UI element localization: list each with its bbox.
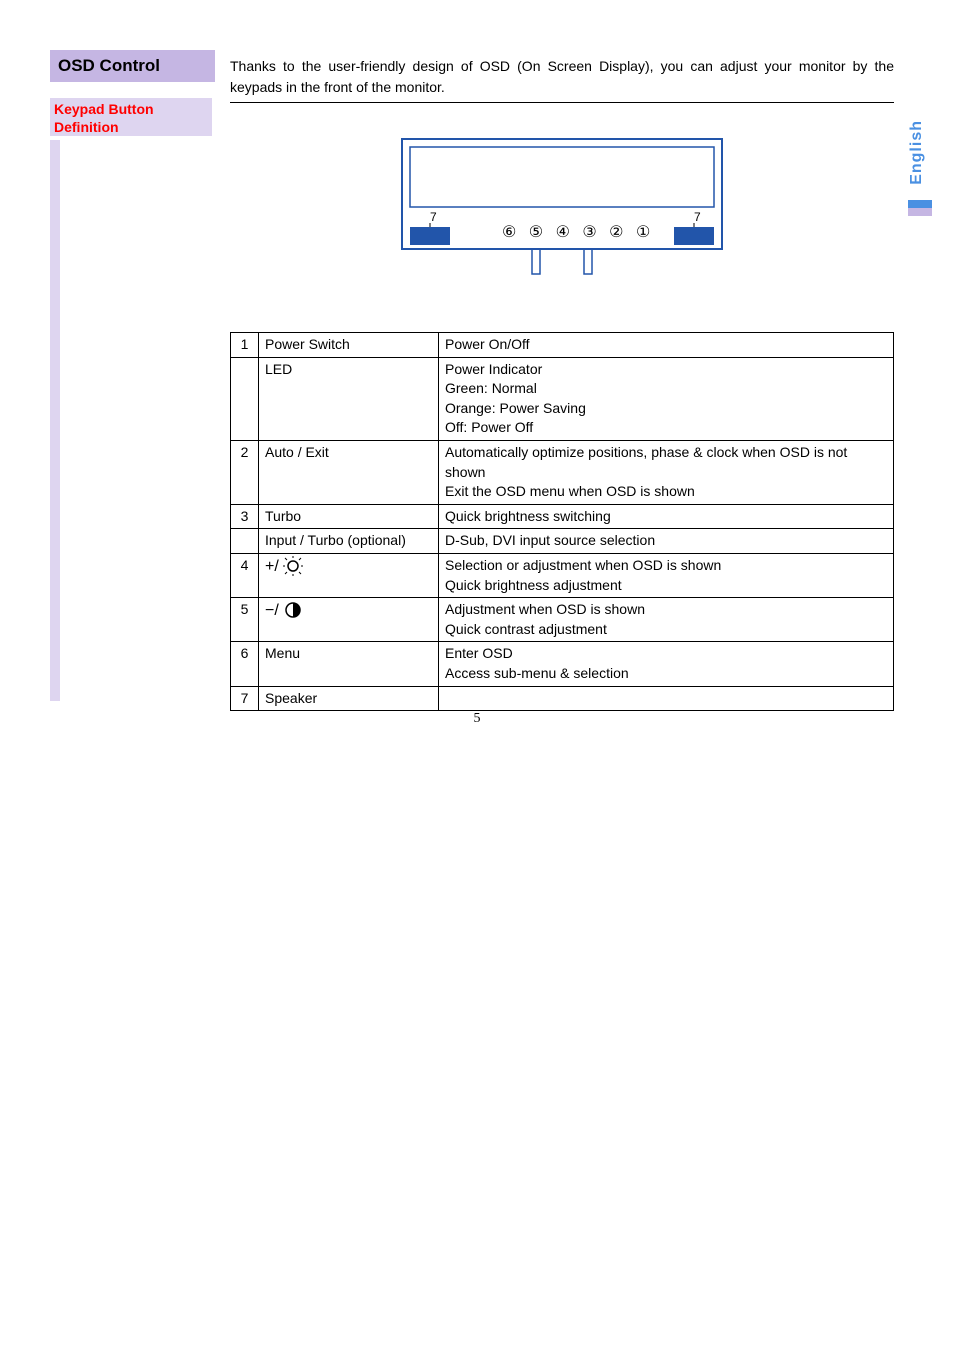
left-vertical-bar: [50, 140, 60, 701]
row-name: Input / Turbo (optional): [259, 529, 439, 554]
row-description: Enter OSDAccess sub-menu & selection: [439, 642, 894, 686]
row-name: Speaker: [259, 686, 439, 711]
svg-text:−/: −/: [265, 602, 279, 619]
row-number: [231, 529, 259, 554]
section-sublabel: Keypad Button Definition: [50, 98, 212, 136]
sublabel-line-2: Definition: [54, 118, 208, 136]
plus-brightness-icon: +/: [259, 553, 439, 597]
table-row: LEDPower IndicatorGreen: NormalOrange: P…: [231, 357, 894, 440]
section-title: OSD Control: [50, 50, 215, 82]
row-number: 4: [231, 553, 259, 597]
table-row: 2Auto / ExitAutomatically optimize posit…: [231, 440, 894, 504]
row-number: 3: [231, 504, 259, 529]
row-name: Turbo: [259, 504, 439, 529]
table-row: Input / Turbo (optional)D-Sub, DVI input…: [231, 529, 894, 554]
page-number: 5: [474, 711, 481, 727]
row-number: 7: [231, 686, 259, 711]
svg-text:7: 7: [430, 210, 437, 224]
row-description: Adjustment when OSD is shownQuick contra…: [439, 598, 894, 642]
row-number: 1: [231, 333, 259, 358]
row-name: Auto / Exit: [259, 440, 439, 504]
row-description: Automatically optimize positions, phase …: [439, 440, 894, 504]
table-row: 7Speaker: [231, 686, 894, 711]
sublabel-line-1: Keypad Button: [54, 100, 208, 118]
row-number: 6: [231, 642, 259, 686]
minus-contrast-icon: −/: [259, 598, 439, 642]
row-number: 2: [231, 440, 259, 504]
row-description: Selection or adjustment when OSD is show…: [439, 553, 894, 597]
intro-text: Thanks to the user-friendly design of OS…: [230, 50, 894, 103]
definition-table: 1Power SwitchPower On/OffLEDPower Indica…: [230, 332, 894, 711]
language-tab: English: [908, 120, 926, 185]
table-row: 4 +/ Selection or adjustment when OSD is s…: [231, 553, 894, 597]
row-description: [439, 686, 894, 711]
table-row: 5 −/ Adjustment when OSD is shownQuick con…: [231, 598, 894, 642]
table-row: 1Power SwitchPower On/Off: [231, 333, 894, 358]
row-name: Power Switch: [259, 333, 439, 358]
row-number: 5: [231, 598, 259, 642]
row-name: LED: [259, 357, 439, 440]
table-row: 6MenuEnter OSDAccess sub-menu & selectio…: [231, 642, 894, 686]
svg-text:+/: +/: [265, 558, 279, 575]
row-description: Power On/Off: [439, 333, 894, 358]
row-description: Power IndicatorGreen: NormalOrange: Powe…: [439, 357, 894, 440]
row-number: [231, 357, 259, 440]
row-description: D-Sub, DVI input source selection: [439, 529, 894, 554]
keypad-diagram: 7 7 ⑥ ⑤ ④ ③ ② ①: [230, 129, 894, 292]
svg-text:⑥ ⑤ ④ ③ ② ①: ⑥ ⑤ ④ ③ ② ①: [502, 224, 654, 241]
table-row: 3TurboQuick brightness switching: [231, 504, 894, 529]
row-description: Quick brightness switching: [439, 504, 894, 529]
side-flag: [908, 200, 932, 216]
row-name: Menu: [259, 642, 439, 686]
svg-text:7: 7: [694, 210, 701, 224]
